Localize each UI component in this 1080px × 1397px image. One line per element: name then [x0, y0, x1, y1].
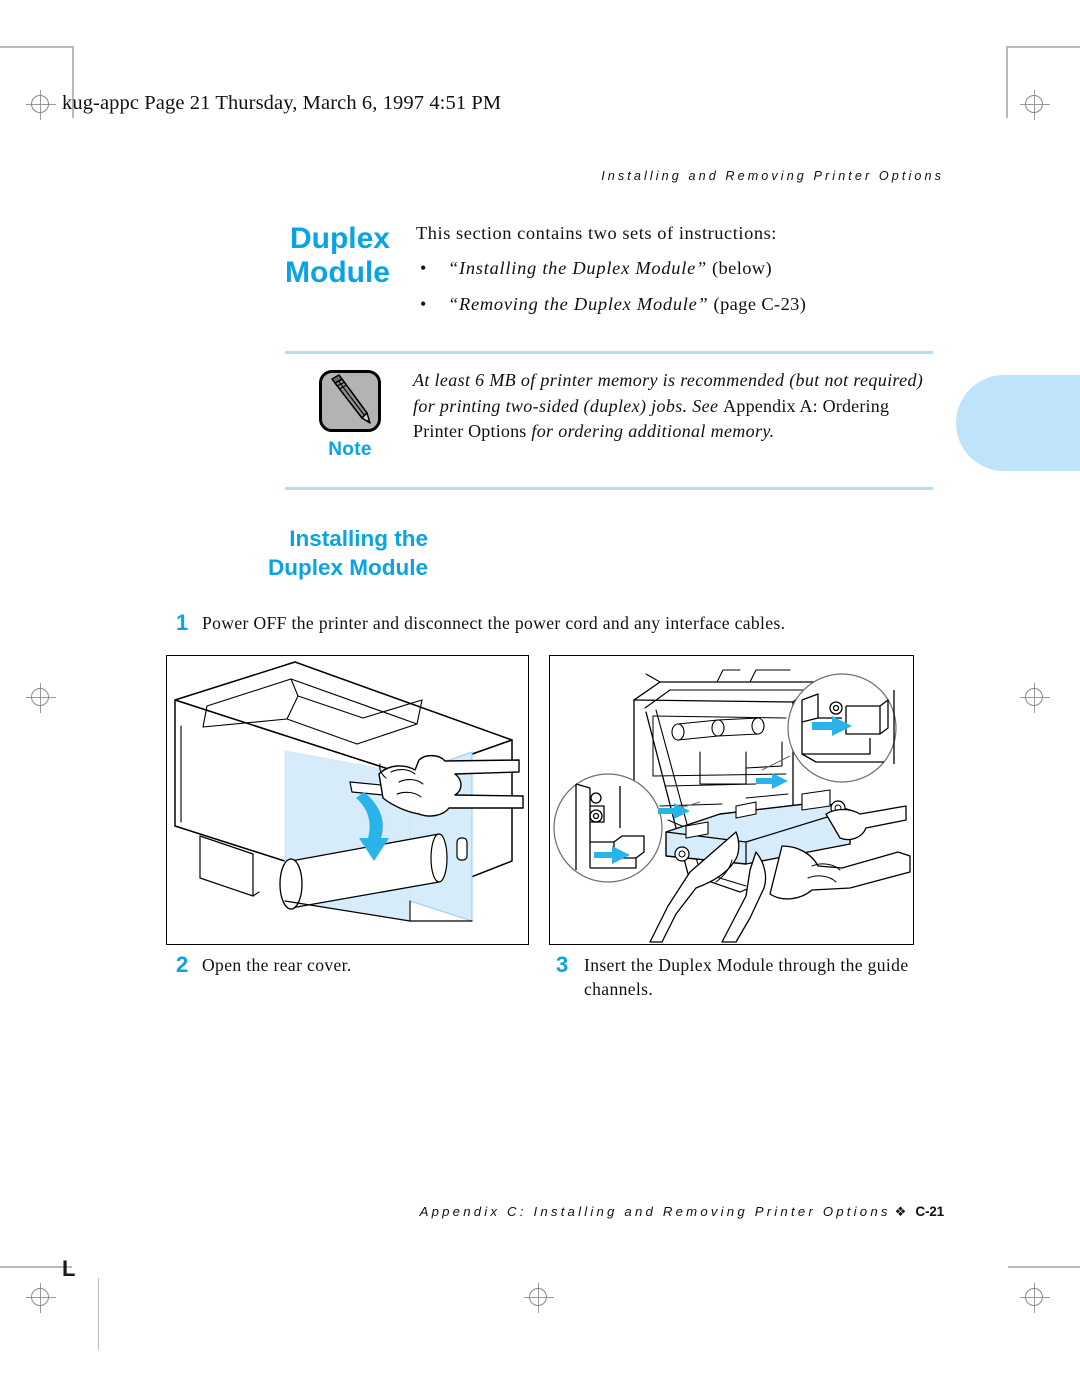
- registration-mark-mid-left: [26, 683, 56, 713]
- page-title-line1: Installing the: [289, 526, 428, 551]
- bullet-icon: •: [420, 294, 427, 314]
- registration-mark-bottom-left: [26, 1283, 56, 1313]
- footer-text: Appendix C: Installing and Removing Prin…: [419, 1204, 891, 1219]
- side-title: Duplex Module: [190, 222, 390, 290]
- trim-line-right-top: [1006, 46, 1008, 118]
- bullet-suffix: (below): [707, 258, 773, 278]
- step-number: 2: [176, 952, 189, 977]
- file-stamp: kug-appc Page 21 Thursday, March 6, 1997…: [62, 92, 502, 114]
- list-item: • “Removing the Duplex Module” (page C-2…: [416, 293, 956, 316]
- bullet-suffix: (page C-23): [708, 294, 807, 314]
- trim-line-top-left: [0, 46, 72, 48]
- page-footer: Appendix C: Installing and Removing Prin…: [0, 1203, 945, 1221]
- trim-line-left-bottom: [98, 1278, 99, 1350]
- step-item-3: 3 Insert the Duplex Module through the g…: [556, 953, 916, 1001]
- bullet-text: “Removing the Duplex Module” (page C-23): [448, 293, 806, 316]
- step-number: 3: [556, 952, 569, 977]
- note-icon-block: Note: [310, 370, 390, 461]
- side-title-line2: Module: [285, 256, 390, 289]
- printer-rear-cover-open-figure: [166, 655, 529, 945]
- bullet-icon: •: [420, 258, 427, 278]
- registration-mark-top-right: [1020, 90, 1050, 120]
- intro-lead: This section contains two sets of instru…: [416, 223, 777, 243]
- page-title: Installing the Duplex Module: [190, 524, 428, 582]
- side-title-line1: Duplex: [289, 222, 390, 255]
- pencil-icon: [319, 370, 381, 432]
- step-text: Insert the Duplex Module through the gui…: [584, 955, 909, 999]
- step-text: Open the rear cover.: [202, 955, 352, 975]
- document-page: L kug-appc Page 21 Thursday, March 6, 19…: [0, 0, 1080, 1397]
- trim-line-top-right: [1008, 46, 1080, 48]
- bullet-title: “Removing the Duplex Module”: [448, 294, 709, 314]
- thumb-tab: [956, 375, 1080, 471]
- registration-mark-bottom-center: [524, 1283, 554, 1313]
- diamond-icon: ❖: [894, 1204, 907, 1219]
- registration-mark-top-left: [26, 90, 56, 120]
- section-intro: This section contains two sets of instru…: [416, 222, 956, 316]
- page-number: C-21: [915, 1204, 944, 1219]
- note-rule-top: [285, 351, 933, 354]
- registration-mark-mid-right: [1020, 683, 1050, 713]
- registration-mark-bottom-right: [1020, 1283, 1050, 1313]
- note-text-part3: for ordering additional memory.: [526, 421, 775, 441]
- step-number: 1: [176, 610, 189, 635]
- page-title-line2: Duplex Module: [267, 555, 428, 580]
- note-rule-bottom: [285, 487, 933, 490]
- step-text: Power OFF the printer and disconnect the…: [202, 613, 786, 633]
- note-body: At least 6 MB of printer memory is recom…: [413, 368, 938, 445]
- note-label: Note: [328, 439, 372, 460]
- step-item-2: 2 Open the rear cover.: [176, 953, 506, 977]
- trim-line-bottom-right: [1008, 1266, 1080, 1268]
- duplex-module-insert-figure: [549, 655, 914, 945]
- running-header: Installing and Removing Printer Options: [601, 169, 944, 183]
- bullet-text: “Installing the Duplex Module” (below): [448, 257, 772, 280]
- bullet-title: “Installing the Duplex Module”: [448, 258, 708, 278]
- step-item-1: 1 Power OFF the printer and disconnect t…: [176, 611, 876, 635]
- corner-crop-mark: L: [62, 1256, 76, 1281]
- list-item: • “Installing the Duplex Module” (below): [416, 257, 956, 280]
